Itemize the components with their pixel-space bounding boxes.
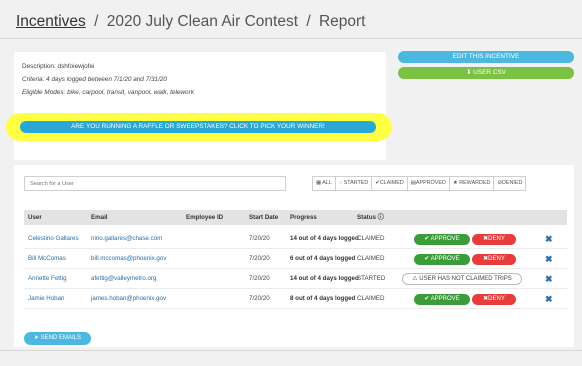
filter-claimed-button[interactable]: ✔CLAIMED [372, 177, 408, 190]
description-text: Description: dshfoiewjofei [22, 63, 95, 70]
approve-button[interactable]: ✔ APPROVE [414, 234, 470, 245]
start-date: 7/20/20 [249, 255, 270, 262]
filter-label: ALL [322, 180, 332, 186]
user-name-link[interactable]: Jamie Hoban [28, 289, 64, 309]
approve-button[interactable]: ✔ APPROVE [414, 254, 470, 265]
filter-label: DENIED [501, 180, 523, 186]
table-row: Celestino Gallares nino.gallares@chase.c… [24, 229, 567, 249]
filter-label: CLAIMED [379, 180, 404, 186]
breadcrumb-contest: 2020 July Clean Air Contest [106, 13, 299, 30]
breadcrumb-separator: / [94, 13, 99, 30]
column-status: Status ⓘ [357, 210, 384, 225]
status-text: STARTED [357, 275, 386, 282]
user-email-link[interactable]: bill.mccomas@phoenix.gov [91, 249, 166, 269]
criteria-text: Criteria: 4 days logged between 7/1/20 a… [22, 76, 167, 83]
filter-all-button[interactable]: ▦ ALL [313, 177, 336, 190]
deny-label: DENY [488, 236, 505, 242]
info-icon[interactable]: ⓘ [378, 214, 384, 221]
status-filter-group: ▦ ALL ◌ STARTED ✔CLAIMED ▤APPROVED ★ REW… [312, 176, 527, 191]
deny-label: DENY [488, 256, 505, 262]
check-icon: ✔ [424, 256, 430, 262]
pick-winner-button[interactable]: ARE YOU RUNNING A RAFFLE OR SWEEPSTAKES?… [20, 121, 376, 133]
breadcrumb-separator: / [306, 13, 311, 30]
send-emails-button[interactable]: ➤ SEND EMAILS [24, 332, 91, 345]
progress-text: 14 out of 4 days logged [290, 235, 359, 242]
approve-button[interactable]: ✔ APPROVE [414, 294, 470, 305]
filter-denied-button[interactable]: ⊘DENIED [494, 177, 525, 190]
user-name-link[interactable]: Bill McComas [28, 249, 66, 269]
table-header: User Email Employee ID Start Date Progre… [24, 210, 567, 225]
not-claimed-label: USER HAS NOT CLAIMED TRIPS [419, 276, 512, 282]
approve-label: APPROVE [430, 296, 460, 302]
table-row: Bill McComas bill.mccomas@phoenix.gov 7/… [24, 249, 567, 269]
filter-label: STARTED [343, 180, 369, 186]
breadcrumb-incentives-link[interactable]: Incentives [16, 13, 86, 30]
star-icon: ★ [452, 180, 458, 186]
remove-user-icon[interactable]: ✖ [545, 269, 553, 289]
user-email-link[interactable]: afettig@valleymetro.org [91, 269, 156, 289]
eligible-modes-text: Eligible Modes: bike, carpool, transit, … [22, 89, 194, 96]
user-not-claimed-notice: ⚠ USER HAS NOT CLAIMED TRIPS [402, 273, 522, 285]
filter-approved-button[interactable]: ▤APPROVED [408, 177, 450, 190]
column-employee-id: Employee ID [186, 214, 224, 221]
deny-button[interactable]: ✖DENY [472, 294, 516, 305]
filter-rewarded-button[interactable]: ★ REWARDED [450, 177, 495, 190]
title-divider [0, 38, 582, 39]
approve-label: APPROVE [430, 236, 460, 242]
breadcrumb: Incentives / 2020 July Clean Air Contest… [16, 13, 365, 31]
progress-text: 8 out of 4 days logged [290, 295, 356, 302]
status-header-label: Status [357, 214, 376, 221]
check-icon: ✔ [424, 296, 430, 302]
column-user: User [28, 214, 42, 221]
remove-user-icon[interactable]: ✖ [545, 289, 553, 309]
table-row: Annette Fettig afettig@valleymetro.org 7… [24, 269, 567, 289]
edit-incentive-button[interactable]: EDIT THIS INCENTIVE [398, 51, 574, 63]
status-text: CLAIMED [357, 295, 385, 302]
deny-button[interactable]: ✖DENY [472, 234, 516, 245]
user-email-link[interactable]: nino.gallares@chase.com [91, 229, 162, 249]
filter-started-button[interactable]: ◌ STARTED [336, 177, 373, 190]
column-progress: Progress [290, 214, 317, 221]
column-email: Email [91, 214, 108, 221]
search-user-input[interactable] [24, 176, 286, 191]
start-date: 7/20/20 [249, 295, 270, 302]
status-text: CLAIMED [357, 255, 385, 262]
user-csv-button[interactable]: ⬇ USER CSV [398, 67, 574, 79]
column-start-date: Start Date [249, 214, 279, 221]
filter-label: APPROVED [415, 180, 446, 186]
deny-label: DENY [488, 296, 505, 302]
filter-label: REWARDED [459, 180, 491, 186]
incentive-description-card: Description: dshfoiewjofei Criteria: 4 d… [14, 52, 386, 160]
remove-user-icon[interactable]: ✖ [545, 229, 553, 249]
user-csv-label: USER CSV [473, 69, 506, 76]
progress-text: 6 out of 4 days logged [290, 255, 356, 262]
table-row: Jamie Hoban james.hoban@phoenix.gov 7/20… [24, 289, 567, 309]
grid-icon: ▦ [316, 180, 322, 186]
start-date: 7/20/20 [249, 235, 270, 242]
send-emails-label: SEND EMAILS [40, 335, 82, 341]
warning-icon: ⚠ [412, 276, 418, 282]
bottom-divider [0, 350, 582, 351]
user-email-link[interactable]: james.hoban@phoenix.gov [91, 289, 166, 309]
start-date: 7/20/20 [249, 275, 270, 282]
circle-notch-icon: ◌ [338, 180, 343, 186]
progress-text: 14 out of 4 days logged [290, 275, 359, 282]
check-icon: ✔ [424, 236, 430, 242]
download-icon: ⬇ [466, 69, 472, 76]
remove-user-icon[interactable]: ✖ [545, 249, 553, 269]
status-text: CLAIMED [357, 235, 385, 242]
deny-button[interactable]: ✖DENY [472, 254, 516, 265]
breadcrumb-page: Report [318, 13, 366, 30]
approve-label: APPROVE [430, 256, 460, 262]
paper-plane-icon: ➤ [33, 335, 39, 341]
user-name-link[interactable]: Celestino Gallares [28, 229, 79, 249]
user-name-link[interactable]: Annette Fettig [28, 269, 67, 289]
